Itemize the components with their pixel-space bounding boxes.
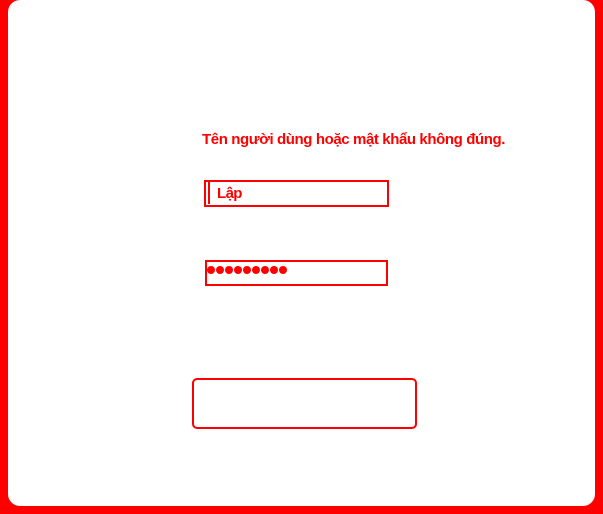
login-button[interactable] [192,378,417,429]
login-panel [8,0,595,506]
password-dot [207,266,215,274]
username-field[interactable]: Lập [204,180,389,207]
password-dot [252,266,260,274]
password-dot [216,266,224,274]
password-field[interactable] [205,260,388,286]
text-caret [208,182,210,204]
password-dot [279,266,287,274]
password-mask [207,266,287,274]
password-dot [261,266,269,274]
window-frame: Tên người dùng hoặc mật khẩu không đúng.… [0,0,603,514]
password-dot [234,266,242,274]
password-dot [225,266,233,274]
password-dot [243,266,251,274]
error-message: Tên người dùng hoặc mật khẩu không đúng. [202,131,506,148]
password-dot [270,266,278,274]
username-value: Lập [217,185,242,202]
